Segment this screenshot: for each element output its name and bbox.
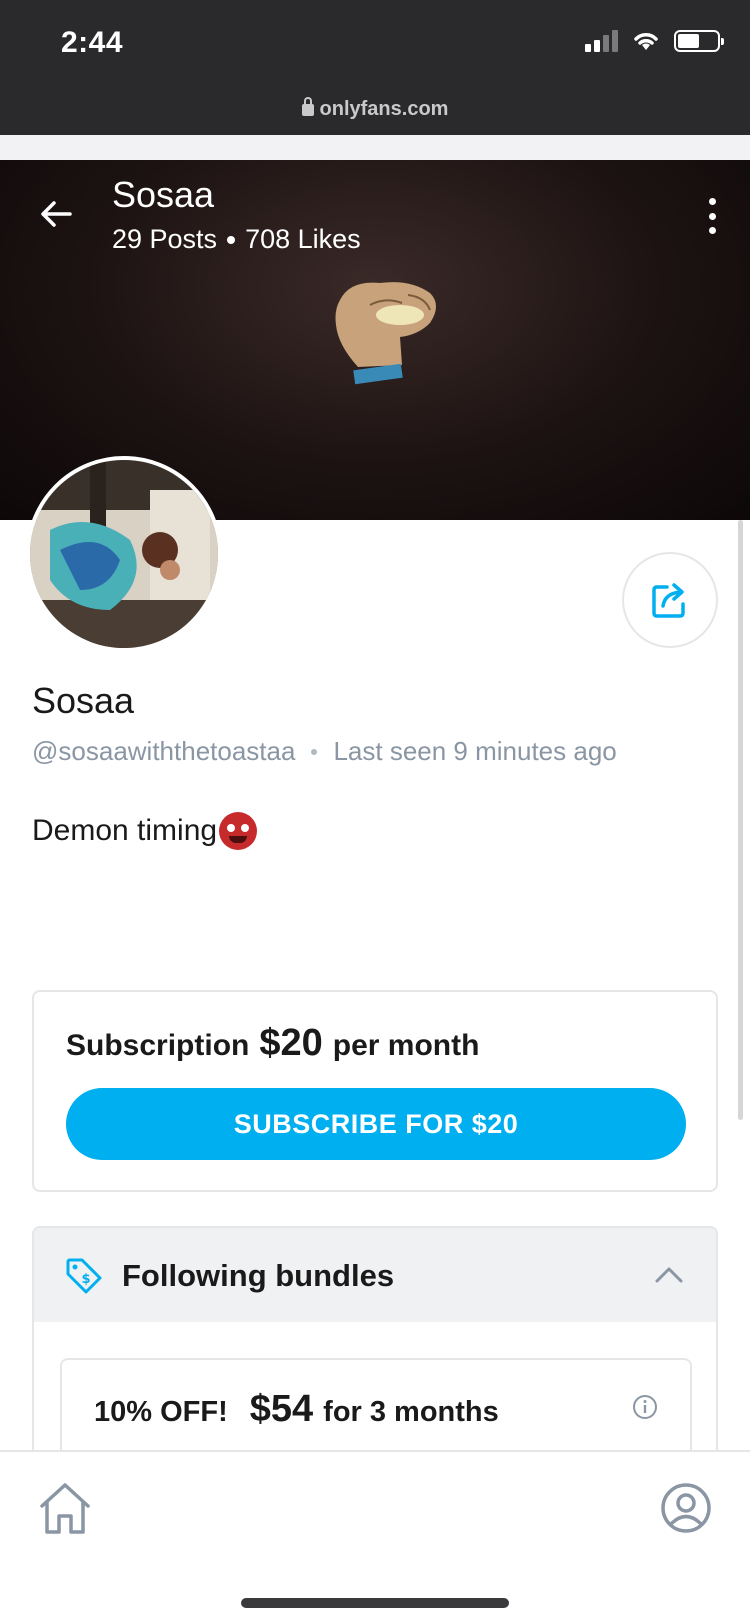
- home-icon[interactable]: [36, 1480, 94, 1538]
- cover-hand-illustration: [335, 282, 436, 385]
- bundle-discount: 10% OFF!: [94, 1396, 228, 1428]
- wifi-icon: [634, 33, 658, 50]
- separator-dot: [311, 749, 318, 755]
- subscription-price: $20: [259, 1022, 323, 1064]
- avatar-photo: [30, 460, 218, 648]
- subscription-period: per month: [332, 1029, 480, 1062]
- status-bar: 2:44 onlyfans.com: [0, 0, 750, 135]
- chevron-up-icon[interactable]: [654, 1260, 684, 1290]
- divider: [0, 135, 750, 160]
- subscription-card: Subscription $20 per month SUBSCRIBE FOR…: [32, 990, 718, 1192]
- bio-text: Demon timing: [32, 814, 218, 847]
- status-time: 2:44: [61, 26, 124, 59]
- subscribe-button[interactable]: SUBSCRIBE FOR $20: [66, 1088, 686, 1160]
- home-indicator[interactable]: [241, 1598, 509, 1608]
- svg-text:$: $: [81, 1272, 90, 1287]
- bundle-price: $54: [249, 1388, 314, 1430]
- posts-count: 29 Posts: [112, 224, 218, 254]
- last-seen: Last seen 9 minutes ago: [333, 736, 617, 766]
- subscription-label: Subscription: [66, 1029, 250, 1062]
- bundles-header[interactable]: $ Following bundles: [34, 1228, 716, 1322]
- bundles-title: Following bundles: [122, 1258, 395, 1293]
- profile-bio: Demon timing: [32, 812, 258, 850]
- header-name: Sosaa: [112, 174, 215, 215]
- separator-dot: [227, 236, 236, 244]
- header-stats: 29 Posts 708 Likes: [112, 224, 361, 255]
- profile-name: Sosaa: [32, 680, 135, 721]
- ogre-emoji-icon: [219, 812, 258, 850]
- subscription-price-line: Subscription $20 per month: [66, 1022, 479, 1065]
- url-text: onlyfans.com: [319, 98, 449, 120]
- price-tag-icon: $: [66, 1258, 102, 1294]
- signal-icon: [585, 30, 618, 52]
- status-icons: [585, 30, 724, 52]
- bottom-nav: [0, 1450, 750, 1624]
- lock-icon: [301, 97, 314, 116]
- info-icon[interactable]: [632, 1394, 658, 1420]
- bundle-offer: 10% OFF! $54 for 3 months: [94, 1388, 499, 1431]
- share-button[interactable]: [622, 552, 718, 648]
- back-arrow-icon[interactable]: [36, 194, 76, 234]
- profile-meta: @sosaawiththetoastaa Last seen 9 minutes …: [32, 736, 617, 767]
- profile-handle[interactable]: @sosaawiththetoastaa: [32, 736, 295, 766]
- more-options-icon[interactable]: [704, 198, 720, 234]
- bundle-item[interactable]: 10% OFF! $54 for 3 months: [60, 1358, 692, 1454]
- battery-icon: [674, 30, 724, 52]
- url-bar[interactable]: onlyfans.com: [0, 97, 750, 121]
- share-icon: [652, 583, 685, 618]
- scrollbar[interactable]: [738, 520, 743, 1120]
- avatar[interactable]: [26, 456, 222, 652]
- likes-count: 708 Likes: [245, 224, 361, 254]
- bundles-section: $ Following bundles 10% OFF! $54 for 3 m…: [32, 1226, 718, 1456]
- profile-icon[interactable]: [660, 1482, 712, 1534]
- bundle-duration: for 3 months: [323, 1396, 499, 1428]
